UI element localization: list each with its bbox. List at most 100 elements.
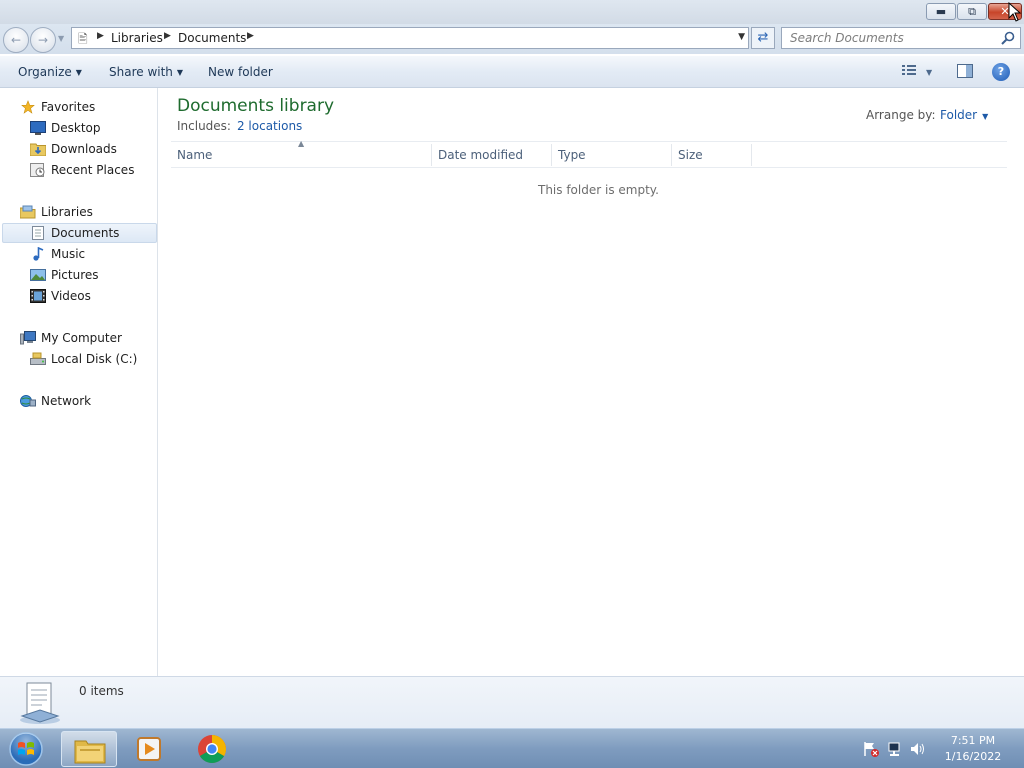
videos-icon <box>30 289 46 303</box>
chevron-down-icon: ▼ <box>176 68 184 77</box>
nav-item-label: Documents <box>51 226 120 240</box>
nav-item-label: Desktop <box>51 121 101 135</box>
column-divider[interactable] <box>431 144 432 166</box>
new-folder-button[interactable]: New folder <box>208 65 273 79</box>
chrome-icon <box>198 735 226 763</box>
back-arrow-icon: ← <box>10 33 22 47</box>
change-view-button[interactable] <box>902 64 916 80</box>
title-bar: ▬ ⧉ ✕ <box>0 0 1024 24</box>
arrange-by-label: Arrange by: <box>866 108 936 122</box>
chevron-down-icon: ▼ <box>982 112 989 121</box>
recent-places-icon <box>30 163 45 177</box>
music-icon <box>33 247 44 261</box>
minimize-button[interactable]: ▬ <box>926 3 956 20</box>
nav-item-label: Pictures <box>51 268 99 282</box>
clock-date: 1/16/2022 <box>944 750 1002 763</box>
column-divider[interactable] <box>551 144 552 166</box>
column-divider[interactable] <box>671 144 672 166</box>
computer-icon <box>20 331 36 345</box>
empty-folder-message: This folder is empty. <box>538 183 659 197</box>
network-icon <box>20 395 36 407</box>
forward-arrow-icon: → <box>37 33 49 47</box>
clock[interactable]: 7:51 PM 1/16/2022 <box>930 733 1016 765</box>
system-tray <box>864 742 924 757</box>
file-list-pane: Documents library Includes: 2 locations A… <box>159 88 1024 676</box>
desktop-icon <box>30 121 46 135</box>
search-input[interactable] <box>782 28 994 48</box>
pictures-icon <box>30 269 46 281</box>
star-icon <box>21 100 35 114</box>
documents-library-icon <box>20 682 60 724</box>
details-view-icon <box>902 65 916 75</box>
nav-item-label: Videos <box>51 289 91 303</box>
refresh-icon: ⇄ <box>757 30 769 45</box>
windows-explorer-icon <box>74 740 106 764</box>
nav-network-label: Network <box>41 394 92 408</box>
column-type[interactable]: Type <box>558 148 586 162</box>
arrange-by-dropdown[interactable]: Folder ▼ <box>940 108 988 122</box>
sort-ascending-icon: ▲ <box>298 139 305 148</box>
organize-label: Organize <box>18 65 72 79</box>
taskbar-chrome-button[interactable] <box>184 731 240 767</box>
arrange-by-value: Folder <box>940 108 978 122</box>
breadcrumb-separator-icon[interactable]: ▶ <box>247 31 254 41</box>
details-pane: 0 items <box>0 676 1024 728</box>
local-disk-icon <box>30 352 46 365</box>
restore-icon: ⧉ <box>968 5 976 18</box>
address-history-dropdown-icon[interactable]: ▼ <box>738 32 745 42</box>
library-title: Documents library <box>177 96 335 116</box>
nav-my-computer-label: My Computer <box>41 331 122 345</box>
refresh-button[interactable]: ⇄ <box>751 27 775 49</box>
address-bar[interactable]: 🖹 ▶ Libraries ▶ Documents ▶ ▼ <box>71 27 749 49</box>
documents-icon <box>32 226 44 240</box>
column-size[interactable]: Size <box>678 148 703 162</box>
libraries-icon <box>20 205 36 219</box>
column-date-modified[interactable]: Date modified <box>438 148 523 162</box>
mouse-cursor-icon <box>1008 2 1022 22</box>
breadcrumb-documents[interactable]: Documents <box>178 31 246 45</box>
preview-pane-button[interactable] <box>957 64 973 82</box>
view-options-dropdown-icon[interactable]: ▼ <box>926 68 932 77</box>
navigation-pane: Favorites Desktop Downloads Recent Place… <box>0 88 158 676</box>
nav-item-label: Music <box>51 247 86 261</box>
recent-pages-dropdown-icon[interactable]: ▼ <box>58 34 64 43</box>
minimize-icon: ▬ <box>935 5 947 18</box>
search-box[interactable] <box>781 27 1021 49</box>
nav-item-label: Downloads <box>51 142 117 156</box>
column-divider[interactable] <box>751 144 752 166</box>
media-player-icon <box>137 737 161 761</box>
chevron-down-icon: ▼ <box>75 68 82 77</box>
clock-time: 7:51 PM <box>950 734 996 747</box>
help-icon[interactable]: ? <box>992 63 1010 81</box>
breadcrumb-separator-icon[interactable]: ▶ <box>164 31 171 41</box>
action-center-icon[interactable] <box>864 742 879 757</box>
column-name[interactable]: Name <box>177 148 212 162</box>
search-icon[interactable] <box>1000 30 1016 46</box>
command-bar: Organize ▼ Share with ▼ New folder ▼ <box>0 56 1024 88</box>
breadcrumb-libraries[interactable]: Libraries <box>111 31 163 45</box>
locations-link[interactable]: 2 locations <box>237 119 302 133</box>
forward-button[interactable]: → <box>30 27 56 53</box>
back-button[interactable]: ← <box>3 27 29 53</box>
library-includes: Includes: 2 locations <box>177 119 302 133</box>
volume-icon[interactable] <box>911 743 924 755</box>
library-icon: 🖹 <box>78 32 88 46</box>
taskbar: 7:51 PM 1/16/2022 <box>0 728 1024 768</box>
restore-button[interactable]: ⧉ <box>957 3 987 20</box>
share-with-menu[interactable]: Share with ▼ <box>109 65 183 79</box>
taskbar-media-player-button[interactable] <box>122 731 178 767</box>
network-status-icon[interactable] <box>888 742 900 756</box>
nav-libraries-label: Libraries <box>41 205 93 219</box>
start-button[interactable] <box>6 731 46 767</box>
share-with-label: Share with <box>109 65 173 79</box>
taskbar-explorer-button[interactable] <box>61 731 117 767</box>
preview-pane-icon <box>957 64 973 78</box>
nav-favorites-label: Favorites <box>41 100 96 114</box>
breadcrumb-separator-icon[interactable]: ▶ <box>97 31 104 41</box>
organize-menu[interactable]: Organize ▼ <box>18 65 82 79</box>
downloads-folder-icon <box>30 143 46 156</box>
column-header-row: ▲ Name Date modified Type Size <box>171 139 1007 168</box>
includes-label: Includes: <box>177 119 231 133</box>
nav-item-label: Recent Places <box>51 163 135 177</box>
nav-item-label: Local Disk (C:) <box>51 352 138 366</box>
